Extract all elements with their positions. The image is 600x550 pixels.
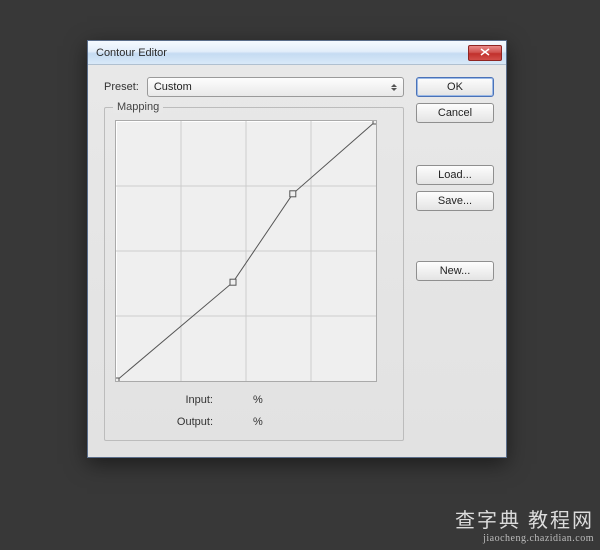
io-rows: Input: % Output: % xyxy=(115,394,393,428)
mapping-legend: Mapping xyxy=(113,101,163,113)
close-icon xyxy=(480,47,490,59)
cancel-button[interactable]: Cancel xyxy=(416,103,494,123)
dialog-body: Preset: Custom Mapping xyxy=(88,65,506,457)
curve-svg xyxy=(116,121,376,381)
save-button[interactable]: Save... xyxy=(416,191,494,211)
preset-label: Preset: xyxy=(104,81,139,93)
load-button[interactable]: Load... xyxy=(416,165,494,185)
watermark-brand: 查字典 教程网 xyxy=(455,504,594,533)
preset-select[interactable]: Custom xyxy=(147,77,404,97)
mapping-fieldset: Mapping xyxy=(104,107,404,441)
preset-value: Custom xyxy=(154,81,192,93)
chevron-updown-icon xyxy=(390,82,398,92)
watermark-url: jiaocheng.chazidian.com xyxy=(455,533,594,544)
input-label: Input: xyxy=(165,394,213,406)
titlebar[interactable]: Contour Editor xyxy=(88,41,506,65)
output-unit: % xyxy=(253,416,263,428)
left-panel: Preset: Custom Mapping xyxy=(104,77,404,441)
preset-row: Preset: Custom xyxy=(104,77,404,97)
mapping-curve[interactable] xyxy=(115,120,377,382)
new-button[interactable]: New... xyxy=(416,261,494,281)
close-button[interactable] xyxy=(468,45,502,61)
output-row: Output: % xyxy=(165,416,393,428)
titlebar-title: Contour Editor xyxy=(96,47,468,59)
watermark: 查字典 教程网 jiaocheng.chazidian.com xyxy=(455,504,594,544)
right-panel: OK Cancel Load... Save... New... xyxy=(416,77,494,441)
contour-editor-dialog: Contour Editor Preset: Custom Mapping xyxy=(87,40,507,458)
input-row: Input: % xyxy=(165,394,393,406)
output-label: Output: xyxy=(165,416,213,428)
ok-button[interactable]: OK xyxy=(416,77,494,97)
input-unit: % xyxy=(253,394,263,406)
